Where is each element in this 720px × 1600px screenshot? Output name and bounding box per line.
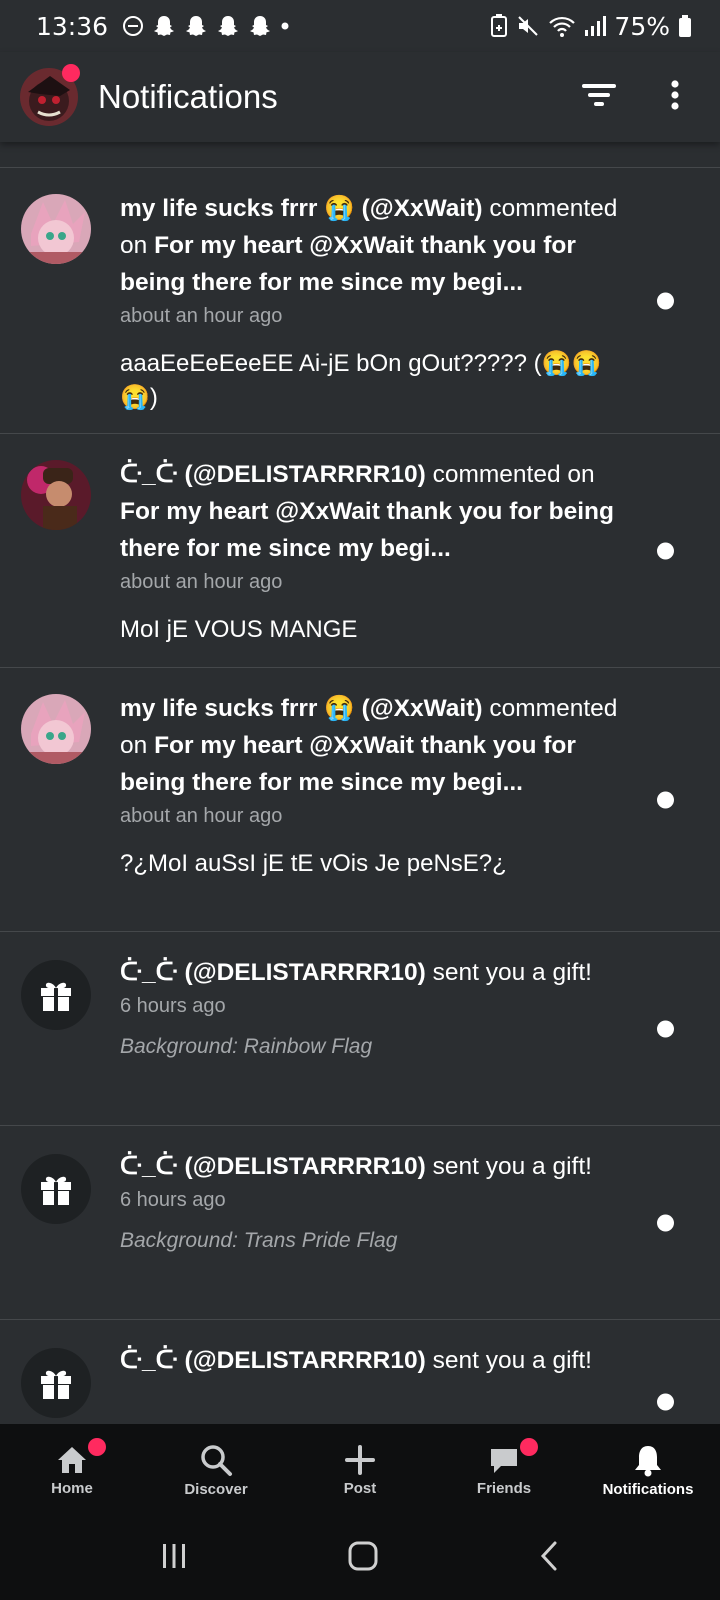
- nav-notifications[interactable]: Notifications: [576, 1424, 720, 1516]
- unread-indicator: [657, 542, 674, 559]
- battery-icon: [678, 14, 692, 38]
- avatar[interactable]: [21, 460, 91, 530]
- home-button-icon[interactable]: [347, 1540, 379, 1576]
- snapchat-icon: [216, 14, 240, 38]
- status-time: 13:36: [36, 11, 109, 41]
- notification-target[interactable]: For my heart @XxWait thank you for being…: [120, 232, 576, 296]
- notification-user[interactable]: my life sucks frrr 😭 (@XxWait): [120, 695, 483, 722]
- app-header: Notifications: [0, 52, 720, 142]
- notification-user[interactable]: ᑤ_ᑤ (@DELISTARRRR10): [120, 1153, 426, 1180]
- notification-time: 6 hours ago: [120, 995, 226, 1017]
- notification-target[interactable]: For my heart @XxWait thank you for being…: [120, 732, 576, 796]
- profile-avatar[interactable]: [20, 64, 80, 126]
- snapchat-icon: [248, 14, 272, 38]
- nav-home[interactable]: Home: [0, 1424, 144, 1516]
- avatar[interactable]: [21, 194, 91, 264]
- dot-icon: [280, 21, 290, 31]
- notification-comment: aaaEeEeEeeEE Ai-jE bOn gOut????? (😭😭😭): [120, 350, 602, 411]
- gift-icon: [21, 1348, 91, 1418]
- notification-text: my life sucks frrr 😭 (@XxWait) commented…: [120, 690, 620, 801]
- notification-comment: ?¿MoI auSsI jE tE vOis Je peNsE?¿: [120, 850, 507, 877]
- signal-icon: [584, 14, 607, 38]
- nav-friends[interactable]: Friends: [432, 1424, 576, 1516]
- notification-action: sent you a gift!: [432, 959, 592, 986]
- back-icon[interactable]: [537, 1540, 561, 1576]
- notifications-feed[interactable]: my life sucks frrr 😭 (@XxWait) commented…: [0, 142, 720, 1424]
- snapchat-icon: [184, 14, 208, 38]
- gift-icon: [21, 1154, 91, 1224]
- nav-label: Post: [343, 1479, 377, 1497]
- notification-item[interactable]: ᑤ_ᑤ (@DELISTARRRR10) sent you a gift! 6 …: [0, 1126, 720, 1320]
- notification-text: ᑤ_ᑤ (@DELISTARRRR10) sent you a gift!: [120, 954, 620, 991]
- notification-user[interactable]: my life sucks frrr 😭 (@XxWait): [120, 195, 483, 222]
- plus-icon: [345, 1444, 375, 1475]
- recent-apps-icon[interactable]: [159, 1541, 189, 1575]
- notification-user[interactable]: ᑤ_ᑤ (@DELISTARRRR10): [120, 1347, 426, 1374]
- nav-label: Discover: [184, 1480, 248, 1498]
- battery-saver-icon: [490, 14, 508, 38]
- notification-action: sent you a gift!: [432, 1347, 592, 1374]
- nav-discover[interactable]: Discover: [144, 1424, 288, 1516]
- notification-comment: MoI jE VOUS MANGE: [120, 616, 358, 643]
- home-icon: [58, 1446, 86, 1473]
- notification-item[interactable]: ᑤ_ᑤ (@DELISTARRRR10) commented on For my…: [0, 434, 720, 668]
- feed-top-spacer: [0, 142, 720, 168]
- profile-badge: [62, 64, 80, 82]
- notification-action: sent you a gift!: [432, 1153, 592, 1180]
- unread-indicator: [657, 1020, 674, 1037]
- gift-icon: [21, 960, 91, 1030]
- page-title: Notifications: [98, 78, 278, 115]
- notification-item[interactable]: ᑤ_ᑤ (@DELISTARRRR10) sent you a gift!: [0, 1320, 720, 1424]
- avatar[interactable]: [21, 694, 91, 764]
- chat-icon: [491, 1448, 517, 1473]
- more-vertical-icon[interactable]: [670, 80, 680, 114]
- notification-target[interactable]: For my heart @XxWait thank you for being…: [120, 498, 614, 562]
- notification-item[interactable]: ᑤ_ᑤ (@DELISTARRRR10) sent you a gift! 6 …: [0, 932, 720, 1126]
- mute-icon: [516, 14, 540, 38]
- nav-post[interactable]: Post: [288, 1424, 432, 1516]
- notification-text: ᑤ_ᑤ (@DELISTARRRR10) sent you a gift!: [120, 1148, 620, 1185]
- unread-indicator: [657, 1393, 674, 1411]
- dnd-icon: [122, 15, 144, 37]
- unread-indicator: [657, 791, 674, 808]
- notification-time: about an hour ago: [120, 805, 283, 827]
- bell-icon: [635, 1445, 661, 1476]
- notification-text: ᑤ_ᑤ (@DELISTARRRR10) sent you a gift!: [120, 1342, 620, 1379]
- bottom-nav: Home Discover Post Friends Notifications: [0, 1424, 720, 1516]
- notification-text: my life sucks frrr 😭 (@XxWait) commented…: [120, 190, 620, 301]
- wifi-icon: [548, 14, 576, 38]
- home-badge: [88, 1438, 106, 1456]
- nav-label: Notifications: [602, 1480, 694, 1498]
- battery-percent: 75%: [614, 11, 670, 41]
- notification-time: about an hour ago: [120, 571, 283, 593]
- notification-time: about an hour ago: [120, 305, 283, 327]
- nav-label: Home: [51, 1479, 93, 1497]
- notification-time: 6 hours ago: [120, 1189, 226, 1211]
- snapchat-icon: [152, 14, 176, 38]
- notification-item[interactable]: my life sucks frrr 😭 (@XxWait) commented…: [0, 168, 720, 434]
- nav-label: Friends: [476, 1479, 532, 1497]
- unread-indicator: [657, 1214, 674, 1231]
- notification-action: commented on: [432, 461, 595, 488]
- notification-user[interactable]: ᑤ_ᑤ (@DELISTARRRR10): [120, 959, 426, 986]
- status-bar: 13:36 75%: [0, 0, 720, 52]
- notification-item[interactable]: my life sucks frrr 😭 (@XxWait) commented…: [0, 668, 720, 932]
- system-nav-bar: [0, 1516, 720, 1600]
- unread-indicator: [657, 292, 674, 309]
- notification-text: ᑤ_ᑤ (@DELISTARRRR10) commented on For my…: [120, 456, 620, 567]
- search-icon: [201, 1444, 232, 1476]
- gift-description: Background: Rainbow Flag: [120, 1035, 373, 1058]
- notification-user[interactable]: ᑤ_ᑤ (@DELISTARRRR10): [120, 461, 426, 488]
- friends-badge: [520, 1438, 538, 1456]
- filter-icon[interactable]: [582, 82, 616, 112]
- gift-description: Background: Trans Pride Flag: [120, 1229, 398, 1252]
